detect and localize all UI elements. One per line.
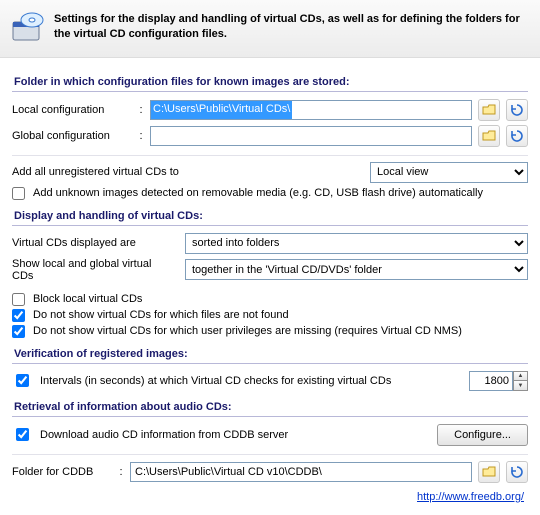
download-cddb-checkbox[interactable]: [16, 428, 29, 441]
interval-spin-down[interactable]: ▼: [513, 380, 528, 391]
interval-input[interactable]: [469, 371, 513, 391]
section-verification: Verification of registered images:: [12, 344, 528, 364]
priv-checkbox[interactable]: [12, 325, 25, 338]
local-config-input[interactable]: C:\Users\Public\Virtual CDs\: [150, 100, 472, 120]
notfound-checkbox[interactable]: [12, 309, 25, 322]
interval-checkbox[interactable]: [16, 374, 29, 387]
cddb-folder-input[interactable]: [130, 462, 472, 482]
global-config-reset-button[interactable]: [506, 125, 528, 147]
notfound-label: Do not show virtual CDs for which files …: [33, 309, 289, 321]
header-description: Settings for the display and handling of…: [54, 10, 528, 43]
global-config-browse-button[interactable]: [478, 125, 500, 147]
add-unregistered-label: Add all unregistered virtual CDs to: [12, 166, 360, 178]
freedb-link[interactable]: http://www.freedb.org/: [417, 491, 524, 503]
add-unregistered-select[interactable]: Local view: [370, 162, 528, 183]
cddb-browse-button[interactable]: [478, 461, 500, 483]
add-unknown-label: Add unknown images detected on removable…: [33, 187, 483, 199]
local-config-browse-button[interactable]: [478, 99, 500, 121]
global-config-label: Global configuration: [12, 130, 132, 142]
app-icon: [12, 10, 44, 42]
displayed-select[interactable]: sorted into folders: [185, 233, 528, 254]
cddb-reset-button[interactable]: [506, 461, 528, 483]
priv-label: Do not show virtual CDs for which user p…: [33, 325, 462, 337]
section-display-handling: Display and handling of virtual CDs:: [12, 206, 528, 226]
block-local-checkbox[interactable]: [12, 293, 25, 306]
showlg-label: Show local and global virtual CDs: [12, 258, 175, 282]
download-cddb-label: Download audio CD information from CDDB …: [40, 429, 288, 441]
interval-spin-up[interactable]: ▲: [513, 371, 528, 381]
block-local-label: Block local virtual CDs: [33, 293, 142, 305]
cddb-folder-label: Folder for CDDB: [12, 466, 112, 478]
section-config-folders: Folder in which configuration files for …: [12, 72, 528, 92]
displayed-label: Virtual CDs displayed are: [12, 237, 175, 249]
add-unknown-checkbox[interactable]: [12, 187, 25, 200]
configure-button[interactable]: Configure...: [437, 424, 528, 446]
showlg-select[interactable]: together in the 'Virtual CD/DVDs' folder: [185, 259, 528, 280]
section-audio-retrieval: Retrieval of information about audio CDs…: [12, 397, 528, 417]
global-config-input[interactable]: [150, 126, 472, 146]
interval-label: Intervals (in seconds) at which Virtual …: [40, 375, 391, 387]
local-config-label: Local configuration: [12, 104, 132, 116]
local-config-reset-button[interactable]: [506, 99, 528, 121]
